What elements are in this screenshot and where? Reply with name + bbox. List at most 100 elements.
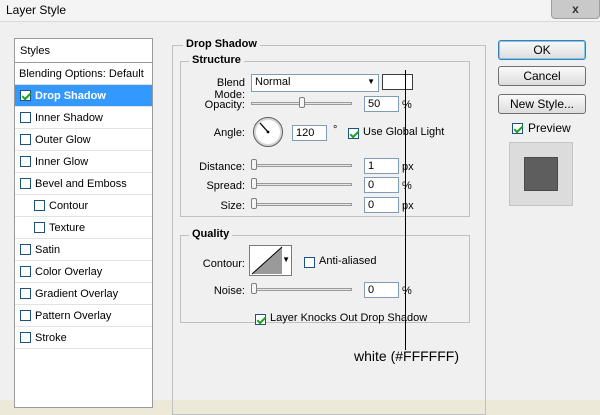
- style-checkbox[interactable]: [20, 112, 31, 123]
- distance-input[interactable]: 1: [364, 158, 399, 174]
- style-checkbox[interactable]: [20, 310, 31, 321]
- opacity-label: Opacity:: [204, 99, 245, 111]
- distance-slider[interactable]: [251, 164, 352, 167]
- style-preview: [509, 142, 573, 206]
- distance-slider-thumb[interactable]: [251, 159, 257, 170]
- style-preview-swatch: [524, 157, 558, 191]
- style-checkbox[interactable]: [20, 266, 31, 277]
- close-button[interactable]: x: [551, 0, 600, 19]
- opacity-slider-thumb[interactable]: [299, 97, 305, 108]
- contour-dropdown-arrow-icon: ▼: [282, 255, 290, 264]
- style-checkbox[interactable]: [20, 178, 31, 189]
- spread-input[interactable]: 0: [364, 177, 399, 193]
- size-label: Size:: [220, 200, 245, 212]
- noise-unit: %: [402, 285, 412, 297]
- style-checkbox[interactable]: [20, 90, 31, 101]
- style-item-inner-glow[interactable]: Inner Glow: [15, 151, 152, 173]
- annotation-pointer: [405, 70, 406, 350]
- style-item-label: Stroke: [35, 332, 67, 344]
- blend-mode-label: Blend Mode:: [214, 77, 245, 101]
- preview-label[interactable]: Preview: [528, 121, 571, 135]
- style-item-label: Gradient Overlay: [35, 288, 119, 300]
- contour-label: Contour:: [202, 258, 245, 270]
- spread-slider[interactable]: [251, 183, 352, 186]
- style-item-label: Satin: [35, 244, 61, 256]
- style-checkbox[interactable]: [34, 200, 45, 211]
- noise-slider-thumb[interactable]: [251, 283, 257, 294]
- chevron-down-icon: ▼: [367, 77, 375, 86]
- size-slider-thumb[interactable]: [251, 198, 257, 209]
- style-checkbox[interactable]: [20, 288, 31, 299]
- blend-mode-value: Normal: [255, 76, 291, 88]
- drop-shadow-title: Drop Shadow: [183, 38, 260, 50]
- size-input[interactable]: 0: [364, 197, 399, 213]
- angle-input[interactable]: 120: [292, 125, 327, 141]
- style-item-satin[interactable]: Satin: [15, 239, 152, 261]
- style-item-stroke[interactable]: Stroke: [15, 327, 152, 349]
- noise-label: Noise:: [213, 285, 245, 297]
- distance-unit: px: [402, 161, 414, 173]
- blend-mode-select[interactable]: Normal ▼: [251, 74, 379, 92]
- style-item-label: Bevel and Emboss: [35, 178, 127, 190]
- window-title: Layer Style: [6, 3, 67, 17]
- style-item-pattern-overlay[interactable]: Pattern Overlay: [15, 305, 152, 327]
- cancel-button[interactable]: Cancel: [498, 66, 586, 86]
- style-item-label: Inner Glow: [35, 156, 89, 168]
- style-checkbox[interactable]: [20, 244, 31, 255]
- style-checkbox[interactable]: [34, 222, 45, 233]
- style-checkbox[interactable]: [20, 332, 31, 343]
- annotation-text: white (#FFFFFF): [354, 348, 459, 364]
- layer-knocks-out-label[interactable]: Layer Knocks Out Drop Shadow: [270, 312, 427, 324]
- layer-style-dialog: Styles Blending Options: Default Drop Sh…: [0, 22, 600, 415]
- style-item-drop-shadow[interactable]: Drop Shadow: [15, 85, 152, 107]
- style-item-label: Texture: [49, 222, 86, 234]
- style-item-label: Outer Glow: [35, 134, 91, 146]
- style-item-label: Contour: [49, 200, 89, 212]
- style-item-contour[interactable]: Contour: [15, 195, 152, 217]
- styles-list: Styles Blending Options: Default Drop Sh…: [14, 38, 153, 408]
- noise-input[interactable]: 0: [364, 282, 399, 298]
- ok-button[interactable]: OK: [498, 40, 586, 60]
- angle-label: Angle:: [213, 127, 245, 139]
- style-checkbox[interactable]: [20, 134, 31, 145]
- style-item-texture[interactable]: Texture: [15, 217, 152, 239]
- quality-group: Quality: [180, 228, 470, 323]
- style-checkbox[interactable]: [20, 156, 31, 167]
- size-slider[interactable]: [251, 203, 352, 206]
- styles-header[interactable]: Styles: [15, 39, 152, 63]
- style-item-gradient-overlay[interactable]: Gradient Overlay: [15, 283, 152, 305]
- use-global-light-label[interactable]: Use Global Light: [363, 126, 444, 138]
- spread-label: Spread:: [206, 180, 245, 192]
- anti-aliased-checkbox[interactable]: [304, 257, 315, 268]
- style-item-label: Color Overlay: [35, 266, 103, 278]
- contour-preview-icon: [251, 246, 283, 275]
- style-item-label: Pattern Overlay: [35, 310, 112, 322]
- anti-aliased-label[interactable]: Anti-aliased: [319, 255, 376, 267]
- structure-title: Structure: [189, 54, 244, 66]
- quality-title: Quality: [189, 228, 233, 240]
- preview-checkbox[interactable]: [512, 123, 523, 134]
- angle-dial-needle-icon: [259, 122, 270, 134]
- opacity-unit: %: [402, 99, 412, 111]
- opacity-input[interactable]: 50: [364, 96, 399, 112]
- contour-picker[interactable]: ▼: [249, 245, 292, 276]
- size-unit: px: [402, 200, 414, 212]
- style-item-inner-shadow[interactable]: Inner Shadow: [15, 107, 152, 129]
- shadow-color-swatch[interactable]: [382, 74, 413, 90]
- title-bar: Layer Style x: [0, 0, 600, 22]
- style-item-bevel-and-emboss[interactable]: Bevel and Emboss: [15, 173, 152, 195]
- use-global-light-checkbox[interactable]: [348, 128, 359, 139]
- spread-unit: %: [402, 180, 412, 192]
- noise-slider[interactable]: [251, 288, 352, 291]
- style-item-color-overlay[interactable]: Color Overlay: [15, 261, 152, 283]
- blending-options-item[interactable]: Blending Options: Default: [15, 63, 152, 85]
- angle-unit: °: [333, 124, 338, 136]
- distance-label: Distance:: [199, 161, 245, 173]
- style-item-label: Inner Shadow: [35, 112, 103, 124]
- style-item-label: Drop Shadow: [35, 90, 106, 102]
- spread-slider-thumb[interactable]: [251, 178, 257, 189]
- new-style-button[interactable]: New Style...: [498, 94, 586, 114]
- style-item-outer-glow[interactable]: Outer Glow: [15, 129, 152, 151]
- layer-knocks-out-checkbox[interactable]: [255, 314, 266, 325]
- angle-dial[interactable]: [253, 117, 283, 147]
